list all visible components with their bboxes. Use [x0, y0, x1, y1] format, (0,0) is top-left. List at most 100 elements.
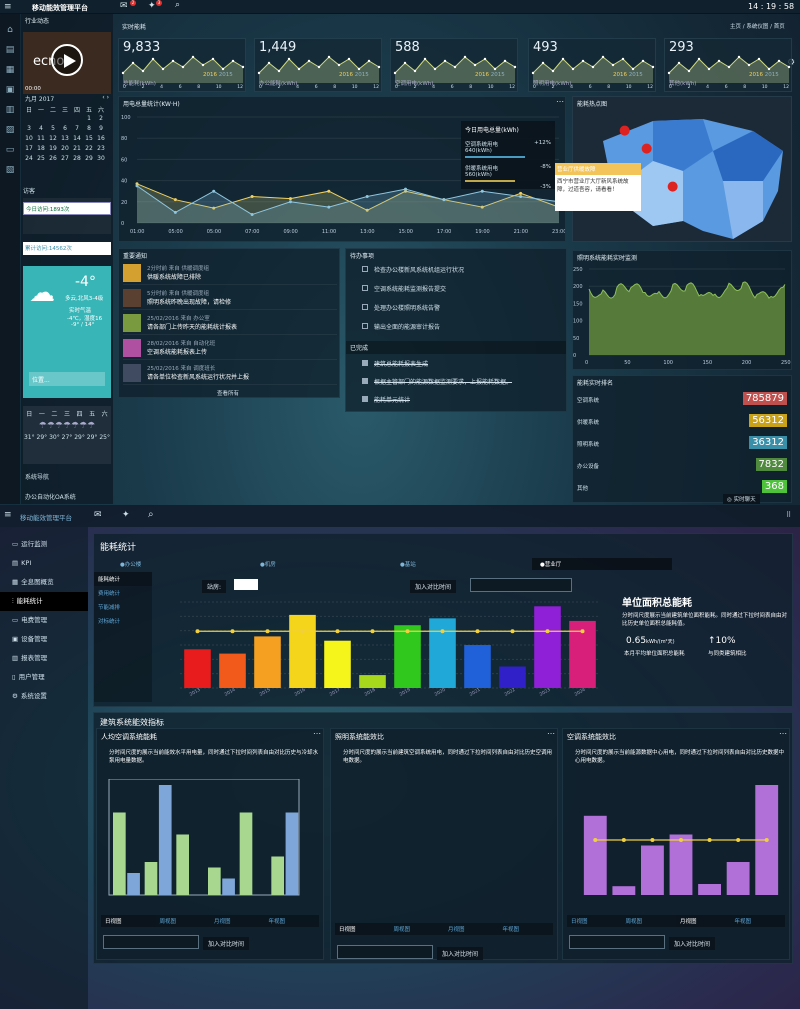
cal-day[interactable]: 29: [83, 154, 95, 164]
expand-icon[interactable]: ⠿: [786, 511, 791, 519]
more-icon[interactable]: ⋯: [313, 729, 321, 738]
kpi-card[interactable]: 588 空调用电(kWh) 2016 2015 0 2 4 6 8 10 12: [390, 38, 518, 92]
view-tab[interactable]: 日视图: [335, 923, 390, 935]
todo-item[interactable]: 空调系统能耗监测报告提交: [350, 284, 564, 293]
cal-day[interactable]: 11: [35, 134, 47, 144]
tab-3[interactable]: ●营业厅: [532, 558, 672, 570]
mail-icon[interactable]: ✉: [94, 510, 102, 520]
report-icon[interactable]: ▧: [0, 160, 20, 180]
menu-item[interactable]: ▦ 全息图概览: [0, 573, 88, 592]
cal-day[interactable]: 12: [47, 134, 59, 144]
cal-day[interactable]: 20: [59, 144, 71, 154]
view-tab[interactable]: 周视图: [622, 915, 677, 927]
sub-tab[interactable]: 节能减排: [94, 600, 152, 614]
view-tab[interactable]: 年视图: [265, 915, 320, 927]
done-checkbox[interactable]: [362, 378, 368, 384]
todo-item[interactable]: 检查办公楼新风系统机组运行状况: [350, 265, 564, 274]
cal-day[interactable]: 19: [47, 144, 59, 154]
grid-icon[interactable]: ▦: [0, 60, 20, 80]
tab-2[interactable]: ●基站: [392, 558, 532, 570]
menu-item[interactable]: ▤ KPI: [0, 554, 88, 573]
cal-day[interactable]: 24: [23, 154, 35, 164]
done-checkbox[interactable]: [362, 360, 368, 366]
view-tab[interactable]: 年视图: [731, 915, 786, 927]
calendar-nav[interactable]: ‹ ›: [102, 94, 109, 103]
cal-day[interactable]: 5: [47, 124, 59, 134]
cal-day[interactable]: 18: [35, 144, 47, 154]
compare-input[interactable]: [337, 945, 433, 959]
tab-1[interactable]: ●机房: [252, 558, 392, 570]
todo-checkbox[interactable]: [362, 266, 368, 272]
cal-day[interactable]: 6: [59, 124, 71, 134]
compare-input[interactable]: [470, 578, 572, 592]
cal-day[interactable]: 28: [71, 154, 83, 164]
cal-day[interactable]: [23, 114, 35, 124]
site-input[interactable]: [234, 579, 258, 590]
cal-day[interactable]: 8: [83, 124, 95, 134]
notice-more[interactable]: 查看所有: [217, 389, 239, 397]
cal-day[interactable]: [71, 114, 83, 124]
doc-icon[interactable]: ▣: [0, 80, 20, 100]
oa-link[interactable]: 办公自动化OA系统: [25, 492, 76, 501]
home-icon[interactable]: ⌂: [0, 20, 20, 40]
todo-item[interactable]: 处理办公楼照明系统告警: [350, 303, 564, 312]
notice-item[interactable]: 2分时前 来自 供暖调度组 供暖系统故障已排除: [123, 263, 337, 285]
compare-button[interactable]: 加入对比时间: [669, 937, 716, 950]
cal-day[interactable]: 16: [95, 134, 107, 144]
cal-day[interactable]: 10: [23, 134, 35, 144]
menu-icon[interactable]: ≡: [4, 510, 12, 520]
sparkle-icon[interactable]: ✦: [122, 510, 130, 520]
cal-day[interactable]: 26: [47, 154, 59, 164]
done-item[interactable]: 建筑总能耗报表生成: [350, 359, 564, 368]
play-icon[interactable]: [51, 44, 83, 76]
search-icon[interactable]: ⌕: [148, 509, 154, 520]
video-player[interactable]: ecno 00:00: [23, 32, 111, 94]
menu-item[interactable]: ▥ 报表管理: [0, 649, 88, 668]
view-tab[interactable]: 年视图: [499, 923, 554, 935]
cal-day[interactable]: 22: [83, 144, 95, 154]
live-chat[interactable]: ◎ 实时聊天: [723, 494, 760, 504]
folder-icon[interactable]: ▭: [0, 140, 20, 160]
menu-item[interactable]: ▯ 用户管理: [0, 668, 88, 687]
search-icon[interactable]: ⌕: [175, 0, 180, 10]
kpi-card[interactable]: 493 照明用电(kWh) 2016 2015 0 2 4 6 8 10 12: [528, 38, 656, 92]
view-tab[interactable]: 月视图: [444, 923, 499, 935]
done-checkbox[interactable]: [362, 396, 368, 402]
cal-day[interactable]: 3: [23, 124, 35, 134]
menu-item[interactable]: ⫶ 能耗统计: [0, 592, 88, 611]
sparkle-icon[interactable]: ✦: [148, 1, 156, 11]
marker-icon[interactable]: ●: [667, 179, 678, 194]
location-input[interactable]: 位置...: [29, 372, 105, 386]
kpi-card[interactable]: 293 其他(kWh) 2016 2015 0 2 4 6 8 10 12: [664, 38, 792, 92]
cal-day[interactable]: [59, 114, 71, 124]
cal-day[interactable]: 25: [35, 154, 47, 164]
sub-tab[interactable]: 对标统计: [94, 614, 152, 628]
todo-checkbox[interactable]: [362, 285, 368, 291]
done-item[interactable]: 根据主管部门的能源数据监测要求，上报能耗数据。: [350, 377, 564, 386]
marker-icon[interactable]: ●: [641, 141, 652, 156]
notice-item[interactable]: 28/02/2016 来自 自动化班 空调系统能耗报表上传: [123, 338, 337, 360]
compare-input[interactable]: [569, 935, 665, 949]
chart-icon[interactable]: ▨: [0, 120, 20, 140]
todo-item[interactable]: 输出全面的能源审计报告: [350, 322, 564, 331]
menu-icon[interactable]: ≡: [4, 2, 12, 12]
sub-tab[interactable]: 费用统计: [94, 586, 152, 600]
compare-input[interactable]: [103, 935, 199, 949]
kpi-card[interactable]: 1,449 办公能耗(kWh) 2016 2015 0 2 4 6 8 10 12: [254, 38, 382, 92]
view-tab[interactable]: 日视图: [567, 915, 622, 927]
menu-item[interactable]: ▣ 设备管理: [0, 630, 88, 649]
view-tab[interactable]: 月视图: [210, 915, 265, 927]
tab-0[interactable]: ●办公楼: [112, 558, 252, 570]
sub-tab[interactable]: 能耗统计: [94, 572, 152, 586]
cal-day[interactable]: 15: [83, 134, 95, 144]
view-tab[interactable]: 日视图: [101, 915, 156, 927]
todo-checkbox[interactable]: [362, 304, 368, 310]
compare-button[interactable]: 加入对比时间: [410, 580, 457, 593]
notice-item[interactable]: 25/02/2016 来自 办公室 请各部门上传昨天的能耗统计报表: [123, 313, 337, 335]
cal-day[interactable]: 9: [95, 124, 107, 134]
compare-button[interactable]: 加入对比时间: [437, 947, 484, 960]
cal-day[interactable]: 13: [59, 134, 71, 144]
menu-item[interactable]: ▭ 运行监测: [0, 535, 88, 554]
view-tab[interactable]: 周视图: [390, 923, 445, 935]
todo-checkbox[interactable]: [362, 323, 368, 329]
